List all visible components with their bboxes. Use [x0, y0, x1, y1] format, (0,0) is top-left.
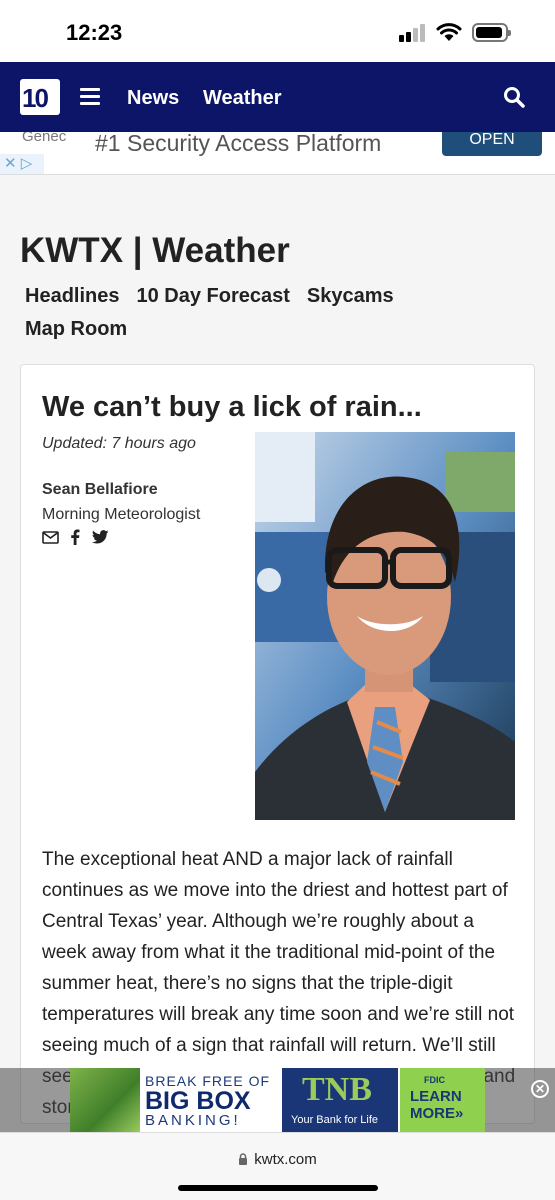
home-indicator[interactable] [178, 1185, 378, 1191]
site-header: 10 News Weather [0, 62, 555, 132]
url-text: kwtx.com [254, 1151, 317, 1168]
top-ad-banner[interactable]: Genec #1 Security Access Platform OPEN ✕… [0, 132, 555, 175]
ad-open-button[interactable]: OPEN [442, 132, 542, 156]
subnav-skycams[interactable]: Skycams [307, 285, 394, 308]
twitter-icon[interactable] [91, 530, 109, 549]
fdic-badge: FDIC [424, 1075, 445, 1085]
logo-text: 10 [22, 83, 49, 113]
article-updated: Updated: 7 hours ago [42, 435, 196, 452]
page-title: KWTX | Weather [20, 231, 290, 270]
nav-link-news[interactable]: News [127, 87, 179, 110]
bottom-ad-banner[interactable]: BREAK FREE OF BIG BOX BANKING! TNB Your … [70, 1068, 485, 1132]
address-field[interactable]: kwtx.com [0, 1151, 555, 1168]
ad-bank-logo: TNB Your Bank for Life [282, 1068, 398, 1132]
author-social-links [42, 529, 116, 547]
subnav-10-day-forecast[interactable]: 10 Day Forecast [136, 285, 289, 308]
ad-choices-icon[interactable]: ✕ ▷ [0, 154, 44, 174]
ad-logo-text: TNB [302, 1071, 372, 1108]
menu-icon[interactable] [80, 88, 100, 106]
status-time: 12:23 [66, 20, 123, 45]
ad-leaf-image [70, 1068, 140, 1132]
cellular-signal-icon [399, 24, 427, 42]
email-icon[interactable] [42, 530, 59, 549]
status-bar: 12:23 [0, 0, 555, 62]
author-name[interactable]: Sean Bellafiore [42, 481, 158, 499]
subnav-headlines[interactable]: Headlines [25, 285, 119, 308]
article-card: We can’t buy a lick of rain... Updated: … [20, 364, 535, 1124]
wifi-icon [436, 23, 462, 41]
kwtx-logo[interactable]: 10 [20, 79, 60, 115]
article-headline: We can’t buy a lick of rain... [42, 391, 422, 423]
nav-link-weather[interactable]: Weather [203, 87, 282, 110]
ad-tagline: Your Bank for Life [291, 1114, 379, 1126]
battery-icon [472, 23, 511, 42]
subnav-map-room[interactable]: Map Room [25, 318, 127, 341]
search-icon[interactable] [503, 86, 525, 108]
author-photo [255, 432, 515, 820]
lock-icon [239, 1153, 248, 1165]
bottom-ad-overlay: BREAK FREE OF BIG BOX BANKING! TNB Your … [0, 1068, 555, 1132]
ad-brand: Genec [22, 132, 67, 145]
facebook-icon[interactable] [70, 529, 80, 550]
author-role: Morning Meteorologist [42, 506, 201, 523]
ad-learn-more-button[interactable]: FDIC LEARN MORE» [400, 1068, 485, 1132]
ad-line-3: BANKING! [145, 1112, 241, 1129]
ad-cta: LEARN MORE» [410, 1088, 464, 1122]
close-ad-icon[interactable]: ✕ [531, 1080, 549, 1098]
browser-url-bar: kwtx.com [0, 1132, 555, 1200]
section-subnav: Headlines 10 Day Forecast Skycams Map Room [25, 285, 455, 351]
ad-text: #1 Security Access Platform [95, 132, 382, 156]
